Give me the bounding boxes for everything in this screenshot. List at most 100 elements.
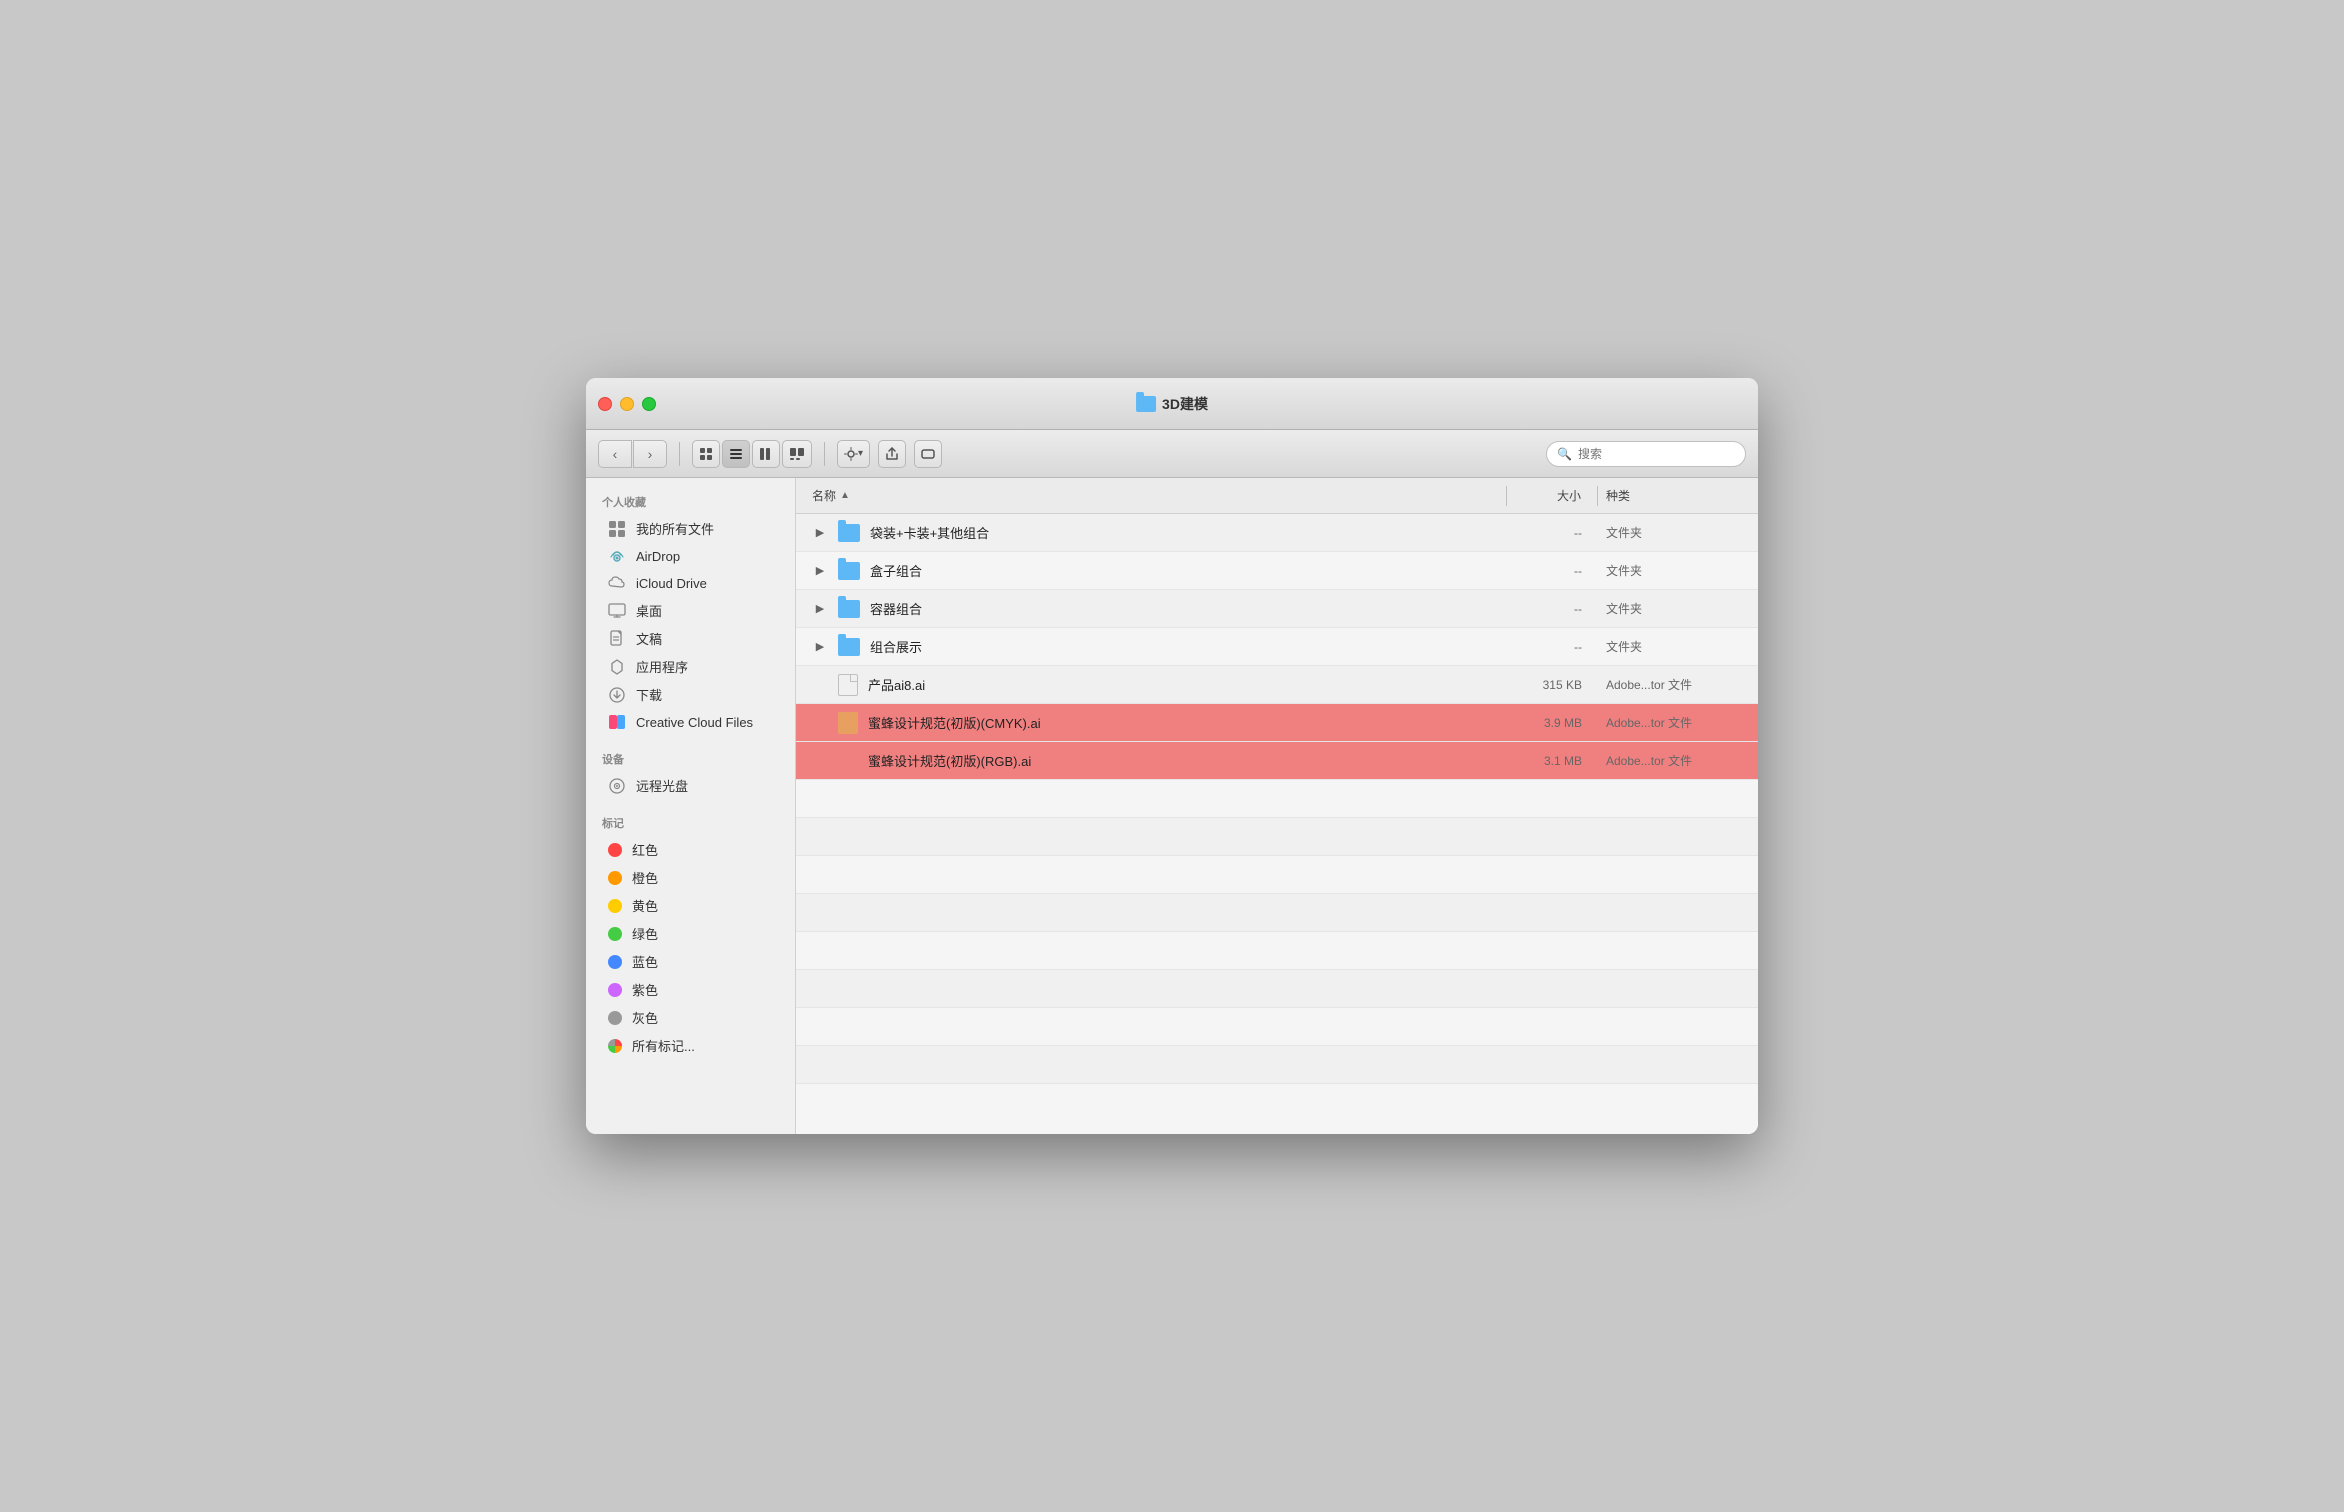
search-input[interactable]: [1578, 447, 1735, 461]
view-list-button[interactable]: [722, 440, 750, 468]
nav-buttons: ‹ ›: [598, 440, 667, 468]
sidebar-item-tag-purple[interactable]: 紫色: [592, 976, 789, 1003]
sidebar: 个人收藏 我的所有文件: [586, 478, 796, 1134]
sidebar-item-optical[interactable]: 远程光盘: [592, 772, 789, 799]
file-row-4[interactable]: ▶ 组合展示 -- 文件夹: [796, 628, 1758, 666]
sidebar-item-airdrop[interactable]: AirDrop: [592, 543, 789, 569]
sort-arrow: ▲: [840, 490, 850, 501]
view-buttons: [692, 440, 812, 468]
desktop-icon: [608, 602, 626, 620]
col-size-label: 大小: [1557, 489, 1581, 503]
file-row-empty-2: [796, 818, 1758, 856]
close-button[interactable]: [598, 397, 612, 411]
sidebar-label-tag-yellow: 黄色: [632, 896, 658, 915]
sidebar-item-desktop[interactable]: 桌面: [592, 597, 789, 624]
sidebar-label-tag-gray: 灰色: [632, 1008, 658, 1027]
traffic-lights: [598, 397, 656, 411]
file-row-2[interactable]: ▶ 盒子组合 -- 文件夹: [796, 552, 1758, 590]
expand-arrow-2[interactable]: ▶: [812, 564, 828, 577]
col-header-type[interactable]: 种类: [1598, 487, 1758, 504]
share-button[interactable]: [878, 440, 906, 468]
file-type-7: Adobe...tor 文件: [1598, 752, 1758, 769]
titlebar: 3D建模: [586, 378, 1758, 430]
tag-green-dot: [608, 927, 622, 941]
search-box[interactable]: 🔍: [1546, 441, 1746, 467]
expand-arrow-1[interactable]: ▶: [812, 526, 828, 539]
file-row-6[interactable]: ▶ 蜜蜂设计规范(初版)(CMYK).ai 3.9 MB Adobe...tor…: [796, 704, 1758, 742]
path-icon: [921, 447, 935, 461]
download-icon: [608, 686, 626, 704]
sidebar-item-tag-red[interactable]: 红色: [592, 836, 789, 863]
window-title: 3D建模: [1162, 394, 1208, 414]
minimize-button[interactable]: [620, 397, 634, 411]
file-name-5: 产品ai8.ai: [868, 675, 925, 694]
file-type-6: Adobe...tor 文件: [1598, 714, 1758, 731]
file-row-1[interactable]: ▶ 袋装+卡装+其他组合 -- 文件夹: [796, 514, 1758, 552]
separator-2: [824, 442, 825, 466]
action-button[interactable]: ▾: [837, 440, 870, 468]
sidebar-section-personal: 个人收藏: [586, 488, 795, 514]
expand-arrow-3[interactable]: ▶: [812, 602, 828, 615]
file-size-3: --: [1508, 602, 1598, 616]
file-size-5: 315 KB: [1508, 678, 1598, 692]
file-name-1: 袋装+卡装+其他组合: [870, 523, 989, 542]
separator-1: [679, 442, 680, 466]
path-button[interactable]: [914, 440, 942, 468]
file-row-3-name: ▶ 容器组合: [796, 599, 1508, 618]
sidebar-item-documents[interactable]: 文稿: [592, 625, 789, 652]
view-gallery-button[interactable]: [782, 440, 812, 468]
sidebar-item-tag-gray[interactable]: 灰色: [592, 1004, 789, 1031]
tag-orange-dot: [608, 871, 622, 885]
sidebar-item-applications[interactable]: 应用程序: [592, 653, 789, 680]
file-list-header: 名称 ▲ 大小 种类: [796, 478, 1758, 514]
forward-icon: ›: [648, 446, 653, 462]
col-header-name[interactable]: 名称 ▲: [796, 478, 1506, 513]
back-button[interactable]: ‹: [598, 440, 632, 468]
file-name-7: 蜜蜂设计规范(初版)(RGB).ai: [868, 751, 1031, 770]
sidebar-label-tag-red: 红色: [632, 840, 658, 859]
back-icon: ‹: [613, 446, 618, 462]
file-size-4: --: [1508, 640, 1598, 654]
file-row-empty-5: [796, 932, 1758, 970]
sidebar-item-tag-green[interactable]: 绿色: [592, 920, 789, 947]
all-files-icon: [608, 520, 626, 538]
file-name-2: 盒子组合: [870, 561, 922, 580]
sidebar-item-creative-cloud[interactable]: Creative Cloud Files: [592, 709, 789, 735]
maximize-button[interactable]: [642, 397, 656, 411]
file-size-6: 3.9 MB: [1508, 716, 1598, 730]
sidebar-item-tag-yellow[interactable]: 黄色: [592, 892, 789, 919]
file-row-7[interactable]: ▶ 蜜蜂设计规范(初版)(RGB).ai 3.1 MB Adobe...tor …: [796, 742, 1758, 780]
sidebar-label-tag-purple: 紫色: [632, 980, 658, 999]
sidebar-label-optical: 远程光盘: [636, 776, 688, 795]
tag-purple-dot: [608, 983, 622, 997]
file-row-5[interactable]: ▶ 产品ai8.ai 315 KB Adobe...tor 文件: [796, 666, 1758, 704]
sidebar-item-tag-blue[interactable]: 蓝色: [592, 948, 789, 975]
sidebar-item-icloud[interactable]: iCloud Drive: [592, 570, 789, 596]
view-icons-button[interactable]: [692, 440, 720, 468]
finder-window: 3D建模 ‹ ›: [586, 378, 1758, 1134]
file-name-4: 组合展示: [870, 637, 922, 656]
sidebar-item-all-files[interactable]: 我的所有文件: [592, 515, 789, 542]
file-row-empty-1: [796, 780, 1758, 818]
toolbar: ‹ ›: [586, 430, 1758, 478]
file-row-3[interactable]: ▶ 容器组合 -- 文件夹: [796, 590, 1758, 628]
sidebar-item-downloads[interactable]: 下载: [592, 681, 789, 708]
ai-file-icon-5: [838, 674, 858, 696]
tag-red-dot: [608, 843, 622, 857]
sidebar-section-tags: 标记: [586, 809, 795, 835]
sidebar-item-tag-orange[interactable]: 橙色: [592, 864, 789, 891]
sidebar-item-all-tags[interactable]: 所有标记...: [592, 1032, 789, 1059]
view-columns-button[interactable]: [752, 440, 780, 468]
folder-icon-1: [838, 524, 860, 542]
expand-arrow-4[interactable]: ▶: [812, 640, 828, 653]
file-row-1-name: ▶ 袋装+卡装+其他组合: [796, 523, 1508, 542]
file-size-2: --: [1508, 564, 1598, 578]
list-view-icon: [729, 447, 743, 461]
file-size-1: --: [1508, 526, 1598, 540]
forward-button[interactable]: ›: [633, 440, 667, 468]
gallery-view-icon: [789, 447, 805, 461]
col-header-size[interactable]: 大小: [1507, 487, 1597, 504]
columns-view-icon: [759, 447, 773, 461]
file-name-6: 蜜蜂设计规范(初版)(CMYK).ai: [868, 713, 1041, 732]
sidebar-label-documents: 文稿: [636, 629, 662, 648]
